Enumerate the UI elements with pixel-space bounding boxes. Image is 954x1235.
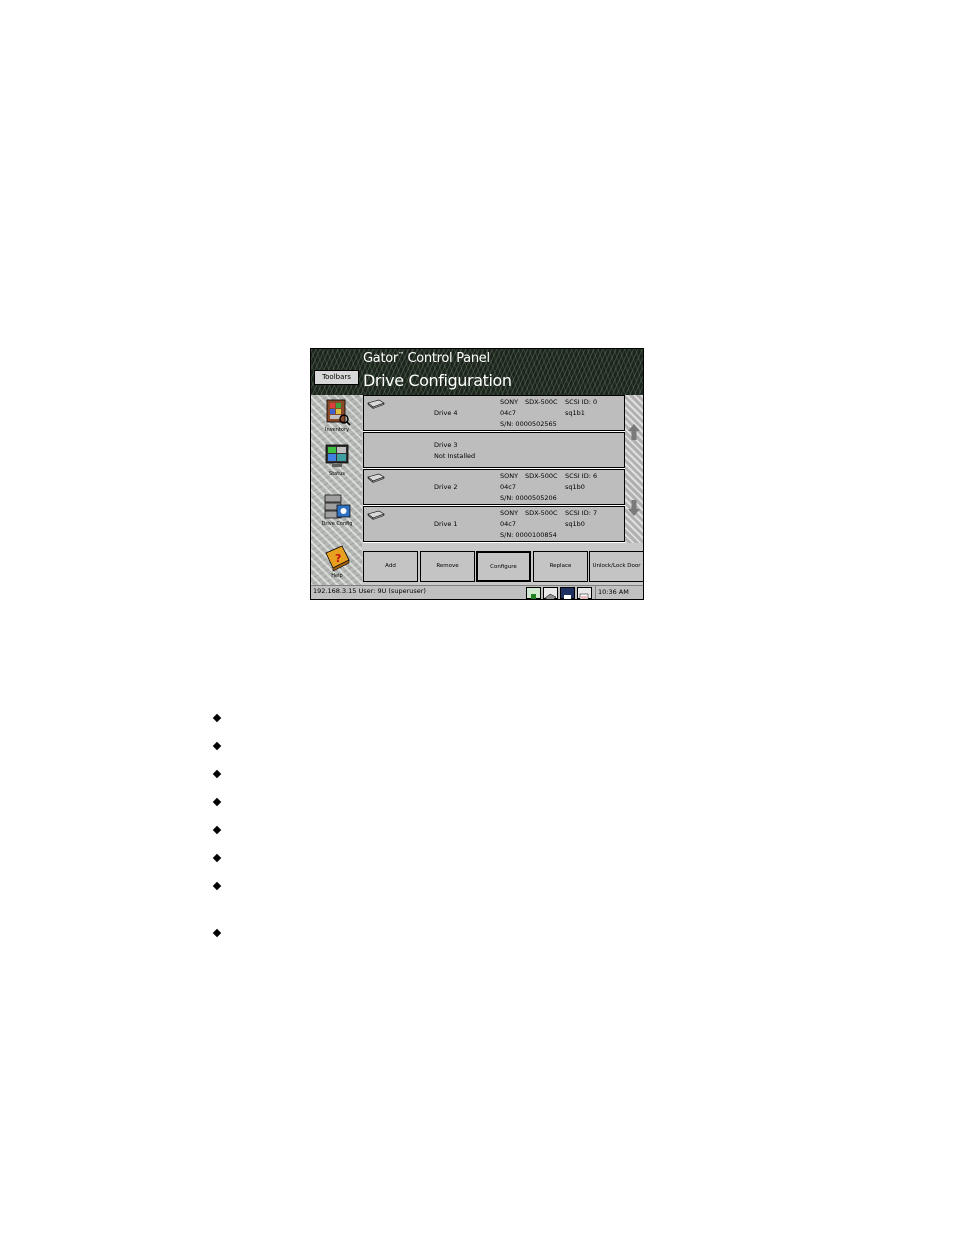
- drive-row[interactable]: Drive 2 SONY SDX-500C 04c7 S/N: 00005052…: [363, 469, 625, 505]
- gator-control-panel-window: Gator™ Control Panel Drive Configuration…: [310, 348, 644, 600]
- bullet-marker: [212, 713, 222, 723]
- drive-list-scrollbar[interactable]: [625, 395, 643, 543]
- drive-name: Drive 1: [434, 520, 458, 528]
- drive-status: Not Installed: [434, 452, 476, 460]
- drive-device: sq1b0: [565, 520, 585, 528]
- drive-serial: S/N: 0000100854: [500, 531, 557, 539]
- library-tray-icon[interactable]: [543, 587, 558, 599]
- drive-serial: S/N: 0000505206: [500, 494, 557, 502]
- drive-row[interactable]: Drive 1 SONY SDX-500C 04c7 S/N: 00001008…: [363, 506, 625, 542]
- sidebar-item-label: Help: [331, 573, 343, 579]
- title-banner: Gator™ Control Panel Drive Configuration…: [311, 349, 643, 395]
- bullet-marker: [212, 769, 222, 779]
- sidebar-item-label: Status: [329, 471, 345, 477]
- notes-tray-icon[interactable]: [577, 587, 592, 599]
- replace-button[interactable]: Replace: [533, 551, 588, 582]
- drive-list: Drive 4 SONY SDX-500C 04c7 S/N: 00005025…: [363, 395, 625, 543]
- sidebar-item-label: Inventory: [325, 427, 349, 433]
- tape-drive-icon: [367, 473, 385, 484]
- status-icon: [322, 441, 352, 471]
- drive-config-icon: [322, 491, 352, 521]
- clock: 10:36 AM: [595, 586, 643, 599]
- app-title: Gator™ Control Panel: [363, 351, 490, 366]
- bullet-marker: [212, 825, 222, 835]
- drive-device: sq1b1: [565, 409, 585, 417]
- bullet-marker: [212, 797, 222, 807]
- help-icon: ?: [322, 543, 352, 573]
- drive-serial: S/N: 0000502565: [500, 420, 557, 428]
- sidebar-item-label: Drive Config: [321, 521, 353, 527]
- toolbars-button[interactable]: Toolbars: [314, 370, 359, 385]
- svg-text:?: ?: [335, 552, 341, 565]
- drive-row[interactable]: Drive 4 SONY SDX-500C 04c7 S/N: 00005025…: [363, 395, 625, 431]
- drive-model: SDX-500C: [525, 398, 558, 406]
- sidebar-item-inventory[interactable]: Inventory: [320, 397, 354, 433]
- sidebar-item-status[interactable]: Status: [320, 441, 354, 477]
- media-tray-icon[interactable]: [560, 587, 575, 599]
- status-bar: 192.168.3.15 User: 9U (superuser) 10:36 …: [311, 585, 643, 599]
- scroll-up-icon[interactable]: [627, 423, 641, 441]
- network-tray-icon[interactable]: [526, 587, 541, 599]
- scroll-down-icon[interactable]: [627, 499, 641, 517]
- sidebar: Inventory Status Drive Config ? Help: [311, 395, 362, 585]
- sidebar-item-drive-config[interactable]: Drive Config: [320, 491, 354, 527]
- bullet-marker: [212, 928, 222, 938]
- bullet-marker: [212, 741, 222, 751]
- drive-name: Drive 2: [434, 483, 458, 491]
- tape-drive-icon: [367, 510, 385, 521]
- drive-device: sq1b0: [565, 483, 585, 491]
- add-button[interactable]: Add: [363, 551, 418, 582]
- connection-status-text: 192.168.3.15 User: 9U (superuser): [313, 587, 426, 595]
- tape-drive-icon: [367, 399, 385, 410]
- bullet-marker: [212, 881, 222, 891]
- drive-row[interactable]: Drive 3 Not Installed: [363, 432, 625, 468]
- bullet-marker: [212, 853, 222, 863]
- unlock-lock-door-button[interactable]: Unlock/Lock Door: [589, 551, 643, 582]
- drive-model: SDX-500C: [525, 472, 558, 480]
- drive-model: SDX-500C: [525, 509, 558, 517]
- drive-name: Drive 4: [434, 409, 458, 417]
- configure-button[interactable]: Configure: [476, 551, 531, 582]
- action-button-bar: Add Remove Configure Replace Unlock/Lock…: [363, 551, 643, 583]
- sidebar-item-help[interactable]: ? Help: [320, 543, 354, 579]
- remove-button[interactable]: Remove: [420, 551, 475, 582]
- inventory-icon: [322, 397, 352, 427]
- page-title: Drive Configuration: [363, 371, 512, 390]
